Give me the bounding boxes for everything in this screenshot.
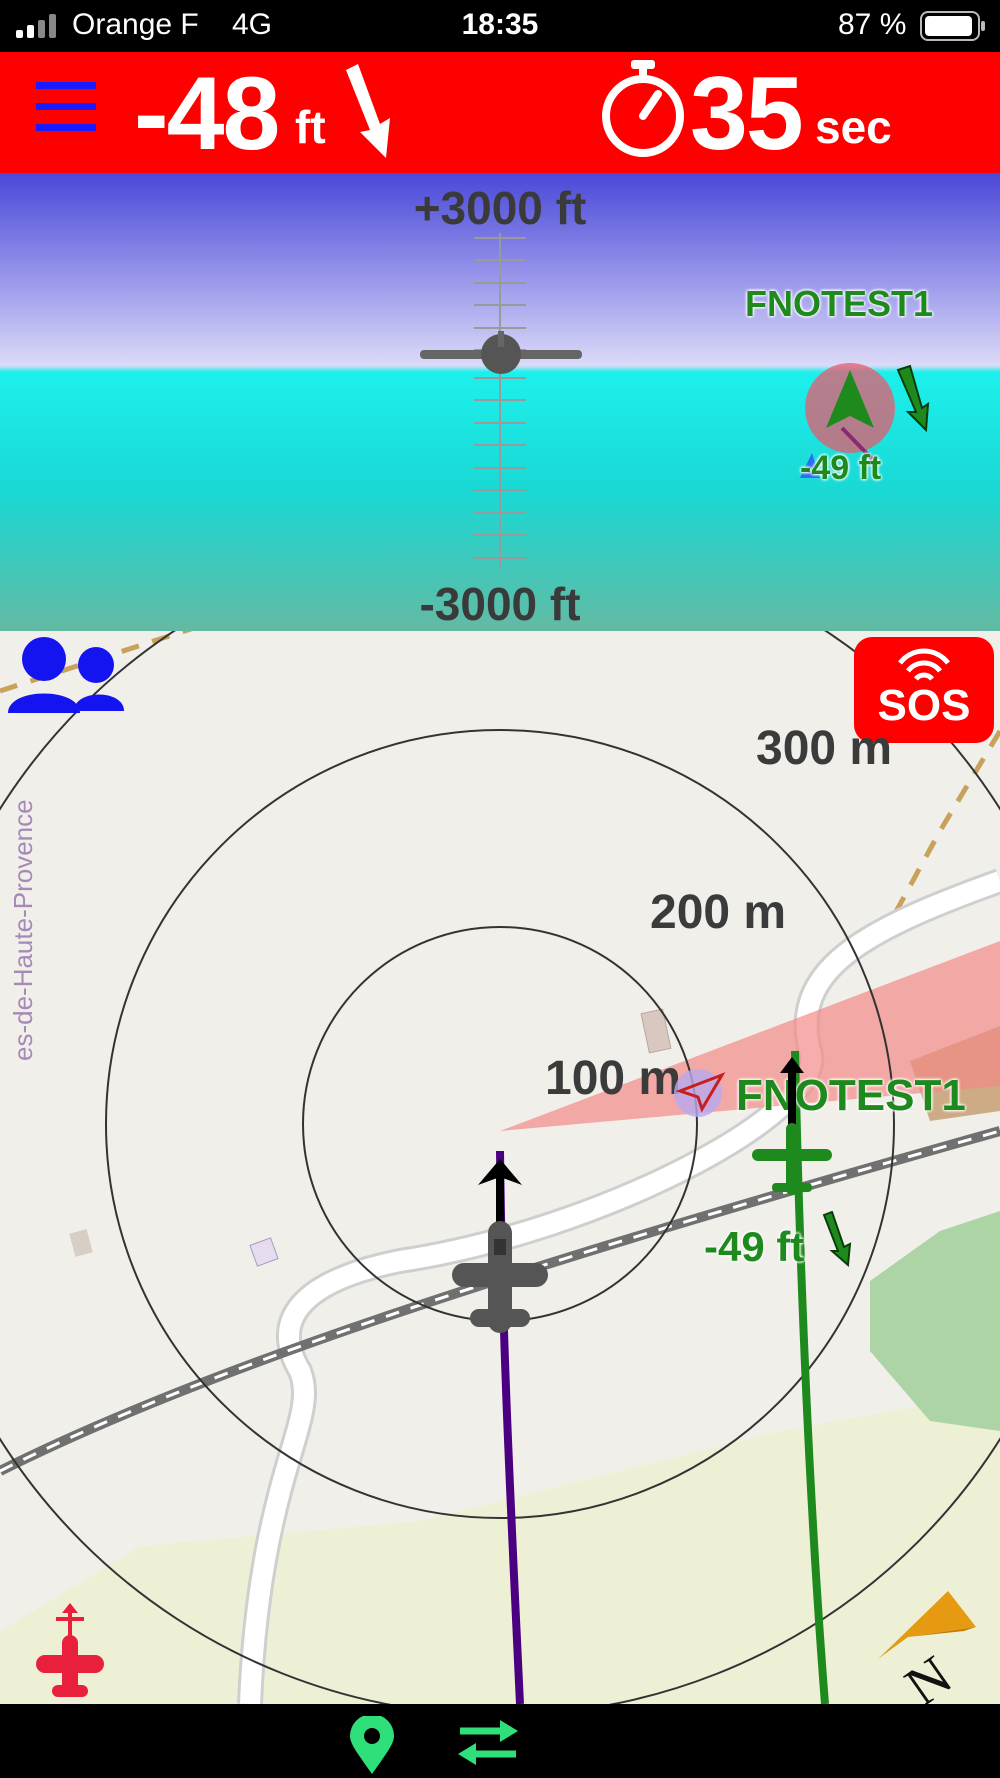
- broadcast-icon: [898, 648, 950, 681]
- map-target-relative-altitude: -49 ft: [704, 1223, 805, 1270]
- ring-label-200: 200 m: [650, 886, 787, 939]
- target-relative-altitude: -49 ft: [800, 449, 882, 487]
- stopwatch-icon: [602, 60, 684, 157]
- ring-label-100: 100 m: [545, 1052, 682, 1105]
- time-to-impact-unit: sec: [815, 101, 892, 153]
- location-pin-icon[interactable]: [348, 1716, 396, 1776]
- target-callsign: FNOTEST1: [745, 283, 934, 324]
- svg-text:N: N: [894, 1644, 963, 1704]
- alert-bar: -48 ft 35 sec: [0, 52, 1000, 173]
- target-aircraft-icon[interactable]: [748, 1055, 844, 1205]
- vertical-separation-value: -48: [134, 56, 280, 172]
- own-aircraft-icon: [452, 1159, 548, 1333]
- swap-arrows-icon[interactable]: [456, 1718, 520, 1766]
- red-aircraft-icon[interactable]: [34, 1601, 106, 1701]
- proximity-map[interactable]: es-de-Haute-Provence SOS 300 m 200 m 100…: [0, 631, 1000, 1704]
- glider-marker-icon[interactable]: [672, 1065, 728, 1119]
- descending-arrow-icon: [346, 64, 390, 158]
- road-label: es-de-Haute-Provence: [8, 799, 38, 1061]
- time-to-impact-value: 35: [690, 56, 804, 172]
- status-bar: Orange F 4G 18:35 87 %: [0, 0, 1000, 52]
- altitude-view: +3000 ft -3000 ft FNOTEST1 -49 ft: [0, 173, 1000, 631]
- ring-label-300: 300 m: [756, 722, 893, 775]
- bottom-toolbar: [0, 1704, 1000, 1778]
- own-aircraft-profile-icon: [420, 331, 582, 374]
- vertical-separation-unit: ft: [295, 101, 326, 153]
- target-descending-arrow-icon: [822, 1211, 852, 1267]
- north-compass-icon[interactable]: N: [868, 1577, 980, 1704]
- group-icon[interactable]: [6, 635, 126, 717]
- battery-percent: 87 %: [838, 8, 907, 41]
- battery-icon: [920, 11, 985, 41]
- hamburger-menu-icon[interactable]: [36, 82, 96, 136]
